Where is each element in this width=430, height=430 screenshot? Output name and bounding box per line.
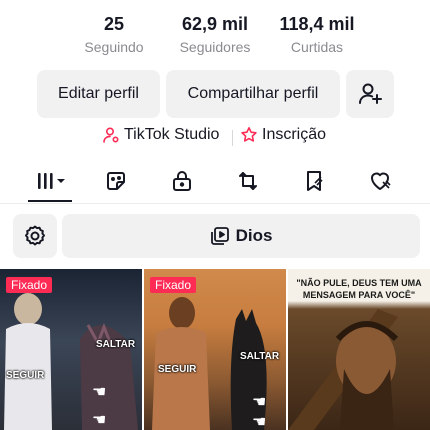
tab-private[interactable]	[162, 166, 202, 196]
video-thumbnail[interactable]: Fixado SALTAR SEGUIR ☚ ☚	[144, 269, 286, 430]
selected-tab-indicator	[28, 200, 72, 202]
repost-icon	[239, 172, 257, 190]
settings-button[interactable]	[13, 214, 57, 258]
likes-label: Curtidas	[290, 39, 344, 55]
studio-user-icon	[103, 127, 119, 143]
playlist-icon	[210, 227, 229, 245]
tabs-divider	[0, 203, 430, 204]
tiktok-studio-link[interactable]: TikTok Studio	[102, 126, 219, 144]
pointing-hand-icon: ☚	[252, 394, 267, 411]
sticker-icon	[107, 172, 125, 190]
video-grid: Fixado SALTAR SEGUIR ☚ ☚ Fixado SALTAR S…	[0, 269, 430, 430]
stat-likes[interactable]: 118,4 mil Curtidas	[272, 12, 362, 58]
edit-profile-button[interactable]: Editar perfil	[37, 70, 160, 118]
lock-icon	[173, 171, 191, 191]
profile-links: TikTok Studio Inscrição	[0, 126, 430, 150]
playlist-label: Dios	[235, 226, 273, 245]
add-user-icon	[359, 83, 382, 104]
links-divider	[232, 130, 233, 146]
following-count: 25	[103, 14, 125, 34]
video-thumbnail[interactable]: "NÃO PULE, DEUS TEM UMA MENSAGEM PARA VO…	[288, 269, 430, 430]
add-friend-button[interactable]	[346, 70, 394, 118]
video-title-overlay: "NÃO PULE, DEUS TEM UMA MENSAGEM PARA VO…	[296, 278, 422, 300]
tab-favorites[interactable]	[294, 166, 334, 196]
heart-icon	[371, 172, 391, 190]
gear-icon	[25, 225, 45, 246]
skip-overlay-text: SALTAR	[240, 351, 280, 362]
subscription-label: Inscrição	[262, 126, 327, 143]
subscription-star-icon	[241, 127, 257, 142]
playlist-button[interactable]: Dios	[62, 214, 420, 258]
follow-overlay-text: SEGUIR	[6, 370, 45, 381]
following-label: Seguindo	[84, 39, 144, 55]
stat-following[interactable]: 25 Seguindo	[72, 12, 156, 58]
tab-liked[interactable]	[360, 166, 400, 196]
share-profile-button[interactable]: Compartilhar perfil	[166, 70, 340, 118]
video-thumbnail[interactable]: Fixado SALTAR SEGUIR ☚ ☚	[0, 269, 142, 430]
pinned-badge: Fixado	[6, 277, 53, 293]
profile-tabs	[0, 160, 430, 204]
subscription-link[interactable]: Inscrição	[240, 126, 326, 144]
skip-overlay-text: SALTAR	[96, 339, 136, 350]
tab-videos[interactable]	[30, 166, 72, 196]
tab-stickers[interactable]	[96, 166, 136, 196]
followers-label: Seguidores	[179, 39, 251, 55]
pointing-hand-icon: ☚	[92, 384, 107, 401]
follow-overlay-text: SEGUIR	[158, 364, 197, 375]
bookmark-icon	[307, 171, 323, 191]
pinned-badge: Fixado	[150, 277, 197, 293]
content-toolbar: Dios	[0, 214, 430, 258]
grid-icon	[38, 173, 65, 189]
profile-stats: 25 Seguindo 62,9 mil Seguidores 118,4 mi…	[0, 12, 430, 62]
studio-label: TikTok Studio	[124, 126, 220, 143]
stat-followers[interactable]: 62,9 mil Seguidores	[170, 12, 260, 58]
pointing-hand-icon: ☚	[92, 412, 107, 429]
pointing-hand-icon: ☚	[252, 414, 267, 430]
likes-count: 118,4 mil	[279, 14, 355, 34]
followers-count: 62,9 mil	[181, 14, 249, 34]
tab-reposts[interactable]	[228, 166, 268, 196]
